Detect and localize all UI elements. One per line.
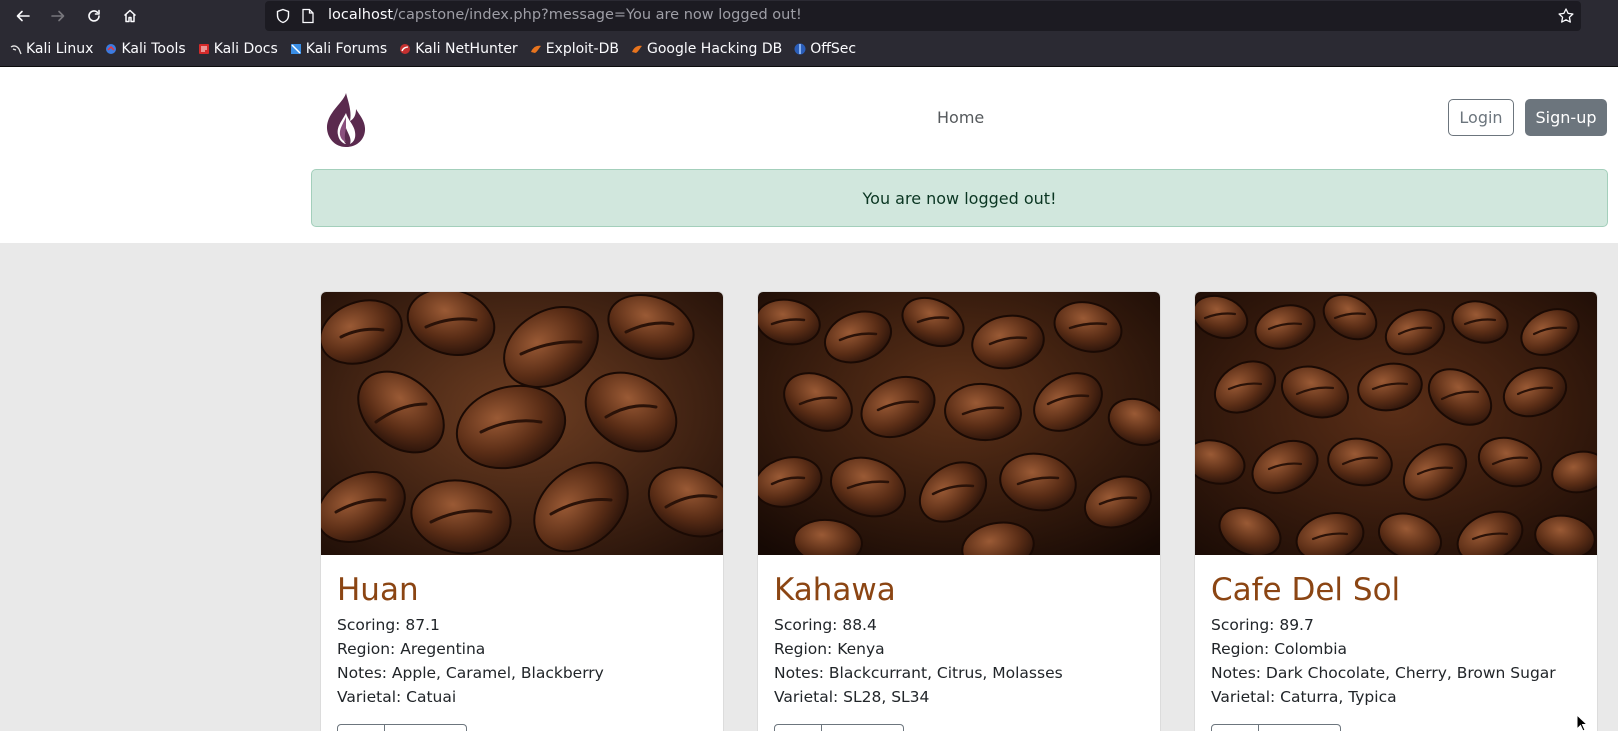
card-button-right[interactable] bbox=[385, 724, 467, 731]
bookmark-star-icon[interactable] bbox=[1557, 7, 1575, 25]
logo-flame-icon[interactable] bbox=[322, 91, 370, 149]
mouse-cursor-icon bbox=[1576, 714, 1588, 731]
card-region: Region: Colombia bbox=[1211, 640, 1348, 658]
card-scoring: Scoring: 88.4 bbox=[774, 616, 877, 634]
card-button-group bbox=[1211, 724, 1341, 731]
browser-toolbar: localhost/capstone/index.php?message=You… bbox=[0, 0, 1618, 32]
bookmark-kali-nethunter[interactable]: Kali NetHunter bbox=[399, 41, 518, 57]
card-title: Kahawa bbox=[774, 572, 896, 608]
bookmark-kali-docs[interactable]: Kali Docs bbox=[198, 41, 278, 57]
bookmarks-bar: Kali Linux Kali Tools Kali Docs Kali For… bbox=[0, 32, 1618, 67]
bookmark-google-hacking-db[interactable]: Google Hacking DB bbox=[631, 41, 782, 57]
coffee-beans-image bbox=[758, 292, 1160, 555]
coffee-card: Kahawa Scoring: 88.4 Region: Kenya Notes… bbox=[757, 291, 1161, 731]
coffee-beans-image bbox=[321, 292, 723, 555]
card-varietal: Varietal: SL28, SL34 bbox=[774, 688, 930, 706]
shield-icon[interactable] bbox=[275, 8, 291, 24]
bookmark-kali-forums[interactable]: Kali Forums bbox=[290, 41, 387, 57]
url-text[interactable]: localhost/capstone/index.php?message=You… bbox=[328, 7, 802, 23]
nav-home-link[interactable]: Home bbox=[937, 108, 984, 127]
site-header: Home Login Sign-up You are now logged ou… bbox=[0, 67, 1618, 243]
card-notes: Notes: Apple, Caramel, Blackberry bbox=[337, 664, 604, 682]
login-button[interactable]: Login bbox=[1448, 99, 1514, 136]
card-title: Huan bbox=[337, 572, 419, 608]
nethunter-icon bbox=[399, 43, 411, 55]
reload-icon[interactable] bbox=[82, 4, 106, 28]
page-content: Home Login Sign-up You are now logged ou… bbox=[0, 67, 1618, 731]
card-scoring: Scoring: 89.7 bbox=[1211, 616, 1314, 634]
back-icon[interactable] bbox=[11, 4, 35, 28]
card-button-left[interactable] bbox=[1211, 724, 1259, 731]
kali-tools-icon bbox=[105, 43, 117, 55]
card-button-group bbox=[774, 724, 904, 731]
card-region: Region: Kenya bbox=[774, 640, 885, 658]
card-varietal: Varietal: Catuai bbox=[337, 688, 457, 706]
bookmark-kali-linux[interactable]: Kali Linux bbox=[10, 41, 93, 57]
bookmark-kali-tools[interactable]: Kali Tools bbox=[105, 41, 186, 57]
card-scoring: Scoring: 87.1 bbox=[337, 616, 440, 634]
home-icon[interactable] bbox=[118, 4, 142, 28]
ghdb-icon bbox=[631, 43, 643, 55]
page-icon bbox=[302, 8, 314, 24]
card-notes: Notes: Dark Chocolate, Cherry, Brown Sug… bbox=[1211, 664, 1556, 682]
bookmark-exploit-db[interactable]: Exploit-DB bbox=[530, 41, 619, 57]
bookmark-offsec[interactable]: OffSec bbox=[794, 41, 856, 57]
offsec-icon bbox=[794, 43, 806, 55]
coffee-card: Huan Scoring: 87.1 Region: Aregentina No… bbox=[320, 291, 724, 731]
card-button-group bbox=[337, 724, 467, 731]
logout-alert: You are now logged out! bbox=[311, 169, 1608, 227]
exploit-db-icon bbox=[530, 43, 542, 55]
coffee-beans-image bbox=[1195, 292, 1597, 555]
card-region: Region: Aregentina bbox=[337, 640, 486, 658]
alert-message: You are now logged out! bbox=[862, 188, 1057, 208]
card-button-left[interactable] bbox=[774, 724, 822, 731]
forward-icon[interactable] bbox=[46, 4, 70, 28]
card-button-right[interactable] bbox=[1259, 724, 1341, 731]
address-bar[interactable]: localhost/capstone/index.php?message=You… bbox=[265, 1, 1581, 31]
kali-forums-icon bbox=[290, 43, 302, 55]
card-title: Cafe Del Sol bbox=[1211, 572, 1401, 608]
coffee-card: Cafe Del Sol Scoring: 89.7 Region: Colom… bbox=[1194, 291, 1598, 731]
card-varietal: Varietal: Caturra, Typica bbox=[1211, 688, 1397, 706]
card-button-right[interactable] bbox=[822, 724, 904, 731]
kali-dragon-icon bbox=[10, 43, 22, 55]
card-button-left[interactable] bbox=[337, 724, 385, 731]
signup-button[interactable]: Sign-up bbox=[1525, 99, 1607, 136]
card-notes: Notes: Blackcurrant, Citrus, Molasses bbox=[774, 664, 1063, 682]
kali-docs-icon bbox=[198, 43, 210, 55]
